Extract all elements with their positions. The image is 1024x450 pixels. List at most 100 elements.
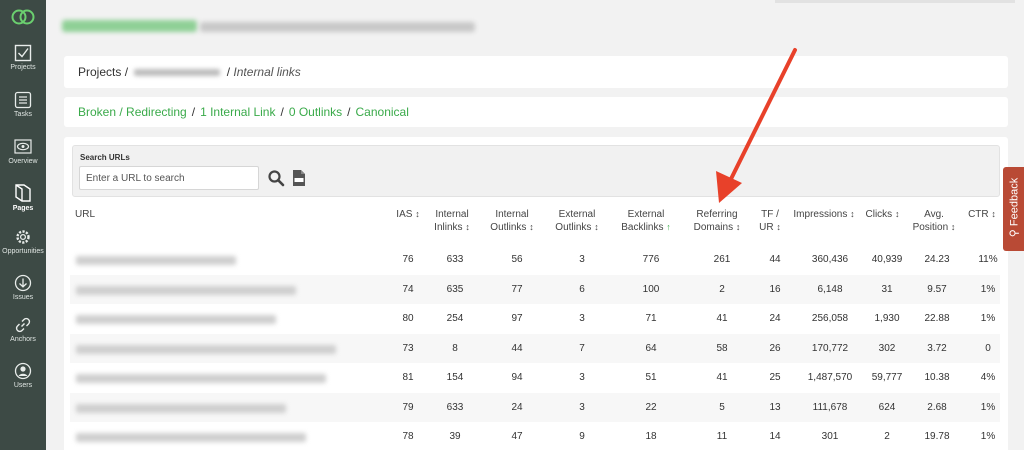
cell-outlinks: 47 <box>511 431 523 442</box>
filter-canonical[interactable]: Canonical <box>356 105 409 119</box>
sort-arrows-icon[interactable]: ↕ <box>776 222 781 232</box>
cell-tf-ur: 26 <box>769 342 781 354</box>
column-header-external-backlinks[interactable]: External Backlinks ↑ <box>613 208 679 234</box>
cell-outlinks: 24 <box>511 401 523 413</box>
column-header-label: Position <box>912 222 949 233</box>
cell-inlinks: 39 <box>449 431 461 442</box>
search-label: Search URLs <box>80 153 130 162</box>
cell-ref-domains: 5 <box>719 401 725 413</box>
top-search-bar[interactable] <box>775 0 1015 3</box>
filter-1-internal-link[interactable]: 1 Internal Link <box>200 105 275 119</box>
sidebar-item-anchors[interactable]: Anchors <box>0 316 46 358</box>
search-input[interactable] <box>79 166 259 190</box>
column-header-internal-inlinks[interactable]: Internal Inlinks ↕ <box>423 208 481 234</box>
column-header-referring-domains[interactable]: Referring Domains ↕ <box>686 208 748 234</box>
column-header-label: Inlinks <box>434 222 463 233</box>
cell-inlinks: 254 <box>446 313 464 324</box>
link-icon <box>15 317 31 333</box>
cell-impressions: 170,772 <box>811 342 849 354</box>
cell-ref-domains: 2 <box>719 283 725 295</box>
url-cell-blurred[interactable] <box>76 433 306 442</box>
table-row[interactable]: 79 633 24 3 22 5 13 111,678 624 2.68 1% <box>70 392 1000 422</box>
url-cell-blurred[interactable] <box>76 256 236 265</box>
sort-arrows-icon[interactable]: ↕ <box>529 222 534 232</box>
column-header-ias[interactable]: IAS ↕ <box>388 208 428 221</box>
sidebar-item-issues[interactable]: Issues <box>0 274 46 316</box>
filter-broken-redirecting[interactable]: Broken / Redirecting <box>78 105 187 119</box>
sort-arrows-icon[interactable]: ↕ <box>895 209 900 219</box>
table-row[interactable]: 76 633 56 3 776 261 44 360,436 40,939 24.23 11% <box>70 245 1000 274</box>
cell-ref-domains: 261 <box>713 254 731 265</box>
column-header-label: UR <box>759 222 774 233</box>
column-header-ctr[interactable]: CTR ↕ <box>964 208 1000 221</box>
sidebar-item-opportunities[interactable]: Opportunities <box>0 228 46 270</box>
lightbulb-icon: ⚲ <box>1008 229 1021 238</box>
csv-export-icon[interactable] <box>292 169 306 187</box>
cell-impressions: 6,148 <box>817 283 843 295</box>
table-row[interactable]: 81 154 94 3 51 41 25 1,487,570 59,777 10.38 4% <box>70 363 1000 392</box>
cell-outlinks: 56 <box>511 254 523 265</box>
sort-arrows-icon[interactable]: ↕ <box>736 222 741 232</box>
column-header-label: Domains <box>693 222 734 233</box>
filter-separator: / <box>280 105 284 119</box>
cell-ext-outlinks: 3 <box>579 401 585 413</box>
cell-backlinks: 776 <box>642 254 660 265</box>
column-header-label: Outlinks <box>490 222 527 233</box>
table-row[interactable]: 80 254 97 3 71 41 24 256,058 1,930 22.88 1% <box>70 304 1000 333</box>
sort-arrows-icon[interactable]: ↕ <box>594 222 599 232</box>
app-logo-icon[interactable] <box>10 8 36 26</box>
column-header-label: Clicks <box>865 209 893 220</box>
sort-arrows-icon[interactable]: ↕ <box>951 222 956 232</box>
url-cell-blurred[interactable] <box>76 315 276 324</box>
breadcrumb-projects-link[interactable]: Projects <box>78 65 121 79</box>
sort-arrows-icon[interactable]: ↕ <box>415 209 420 219</box>
cell-backlinks: 51 <box>645 372 657 383</box>
sort-ascending-icon[interactable]: ↑ <box>666 222 671 232</box>
feedback-tab[interactable]: ⚲ Feedback <box>1003 167 1024 251</box>
table-row[interactable]: 78 39 47 9 18 11 14 301 2 19.78 1% <box>70 422 1000 450</box>
sidebar-item-overview[interactable]: Overview <box>0 138 46 180</box>
column-header-clicks[interactable]: Clicks ↕ <box>860 208 905 221</box>
eye-icon <box>14 139 32 154</box>
sort-arrows-icon[interactable]: ↕ <box>991 209 996 219</box>
sidebar: Projects Tasks Overview Pages Opportunit… <box>0 0 46 450</box>
cell-ext-outlinks: 3 <box>579 372 585 383</box>
column-header-label: Internal <box>435 209 469 220</box>
filter-0-outlinks[interactable]: 0 Outlinks <box>289 105 342 119</box>
search-icon[interactable] <box>267 169 285 187</box>
sidebar-item-users[interactable]: Users <box>0 362 46 404</box>
url-cell-blurred[interactable] <box>76 285 296 295</box>
sort-arrows-icon[interactable]: ↕ <box>850 209 855 219</box>
sidebar-item-projects[interactable]: Projects <box>0 44 46 86</box>
column-header-label: CTR <box>968 209 989 220</box>
cell-outlinks: 77 <box>511 283 523 295</box>
filter-bar: Broken / Redirecting / 1 Internal Link / 0 O… <box>64 97 1008 127</box>
table-row[interactable]: 74 635 77 6 100 2 16 6,148 31 9.57 1% <box>70 274 1000 304</box>
column-header-url[interactable]: URL <box>75 208 95 221</box>
table-row[interactable]: 73 8 44 7 64 58 26 170,772 302 3.72 0 <box>70 333 1000 363</box>
cell-tf-ur: 16 <box>769 283 781 295</box>
breadcrumb: Projects / / Internal links <box>64 56 1008 88</box>
sidebar-item-tasks[interactable]: Tasks <box>0 91 46 133</box>
cell-impressions: 301 <box>821 431 839 442</box>
url-cell-blurred[interactable] <box>76 403 286 413</box>
sidebar-item-pages[interactable]: Pages <box>0 183 46 225</box>
cell-ref-domains: 11 <box>716 431 728 442</box>
breadcrumb-project-blurred[interactable] <box>134 69 221 77</box>
cell-ctr: 4% <box>980 372 996 383</box>
column-header-external-outlinks[interactable]: External Outlinks ↕ <box>546 208 608 234</box>
cell-tf-ur: 14 <box>769 431 781 442</box>
column-header-internal-outlinks[interactable]: Internal Outlinks ↕ <box>482 208 542 234</box>
url-cell-blurred[interactable] <box>76 374 326 383</box>
cell-backlinks: 18 <box>645 431 657 442</box>
column-header-tf-ur[interactable]: TF / UR ↕ <box>753 208 787 234</box>
column-header-label: TF / <box>761 209 779 220</box>
user-icon <box>14 362 32 380</box>
column-header-label: External <box>627 209 665 220</box>
column-header-avg-position[interactable]: Avg. Position ↕ <box>906 208 962 234</box>
sort-arrows-icon[interactable]: ↕ <box>465 222 470 232</box>
sidebar-item-label: Opportunities <box>2 248 44 255</box>
sidebar-item-label: Anchors <box>10 336 36 343</box>
cell-outlinks: 97 <box>511 313 523 324</box>
url-cell-blurred[interactable] <box>76 344 336 354</box>
